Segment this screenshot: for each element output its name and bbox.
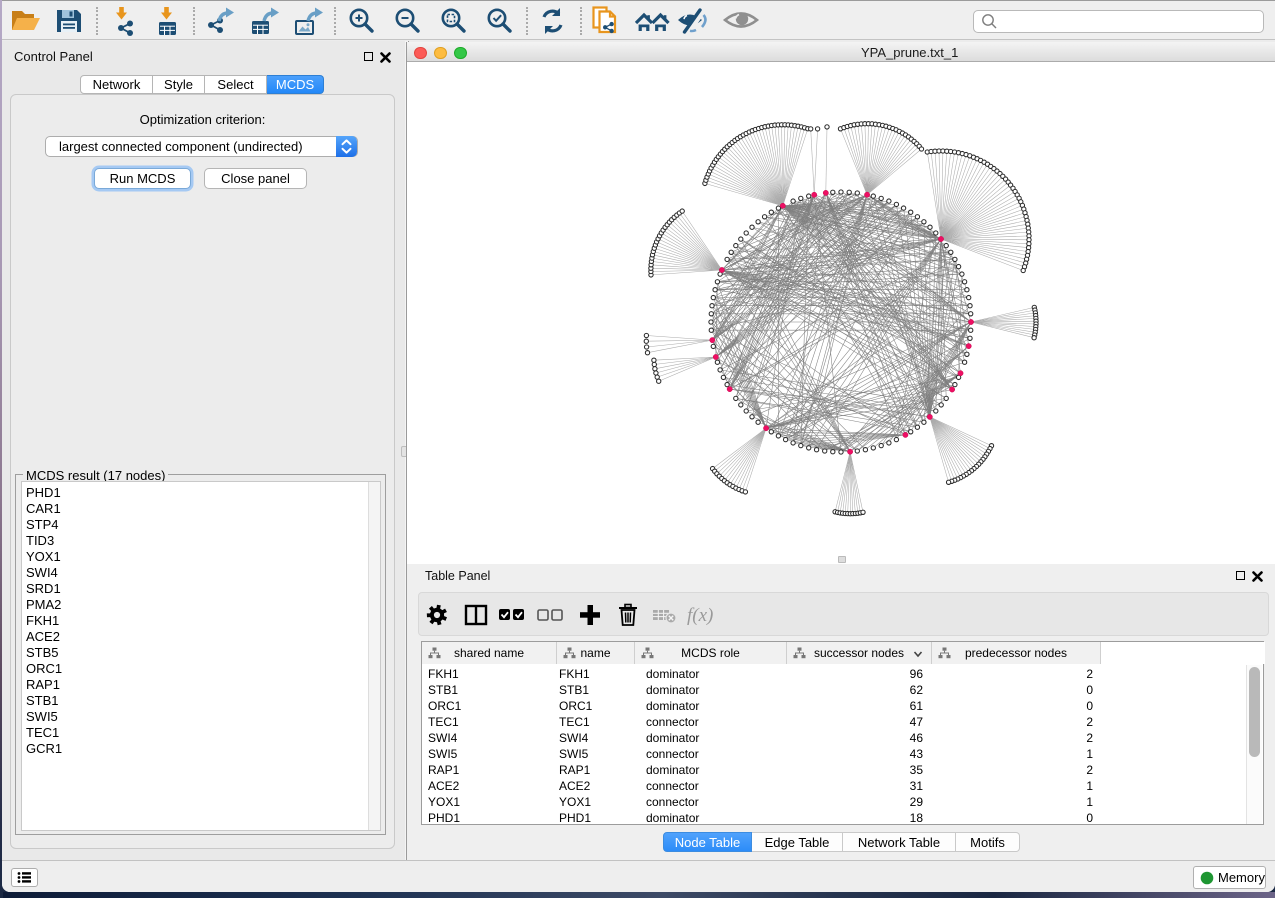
svg-text:f(x): f(x) [687,605,713,626]
